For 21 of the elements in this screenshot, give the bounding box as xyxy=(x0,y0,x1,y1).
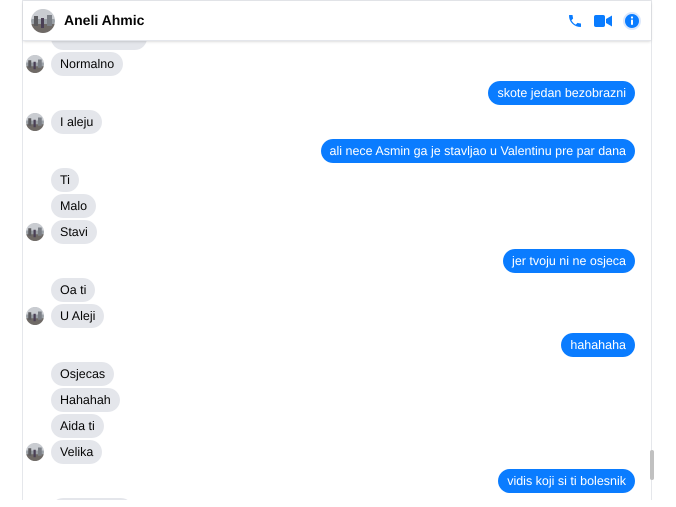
received-message: Osjecas xyxy=(51,362,114,386)
received-message: U Aleji xyxy=(51,304,104,328)
phone-icon[interactable] xyxy=(567,12,583,28)
sent-message: jer tvoju ni ne osjeca xyxy=(503,249,635,273)
received-message: Malo xyxy=(51,194,96,218)
received-message: Ti xyxy=(51,168,79,192)
received-message: Hahahah xyxy=(51,388,120,412)
received-message: Aida ti xyxy=(51,414,104,438)
video-camera-icon[interactable] xyxy=(594,14,612,28)
sent-message: skote jedan bezobrazni xyxy=(488,81,635,105)
info-icon[interactable] xyxy=(623,12,641,30)
contact-name: Aneli Ahmic xyxy=(64,11,144,30)
scrollbar-thumb[interactable] xyxy=(650,450,654,480)
received-message: I aleju xyxy=(51,110,102,134)
received-message: Stavi xyxy=(51,220,97,244)
sent-message: hahahaha xyxy=(561,333,635,357)
received-message: Oa ti xyxy=(51,278,96,302)
sent-message: vidis koji si ti bolesnik xyxy=(498,469,635,493)
sent-message: ali nece Asmin ga je stavljao u Valentinu pre par dana xyxy=(320,139,635,163)
received-message: Velika xyxy=(51,440,102,464)
received-message: Normalno xyxy=(51,52,124,76)
